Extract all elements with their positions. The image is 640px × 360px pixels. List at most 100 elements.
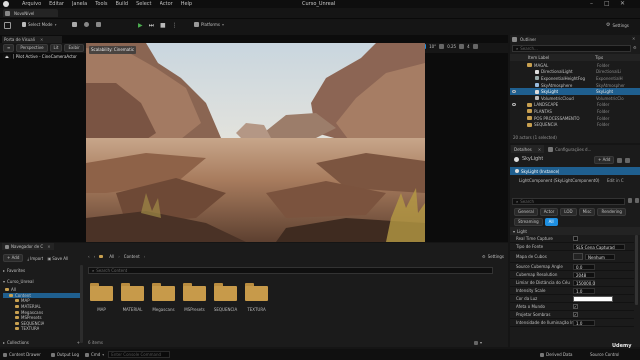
tab-level[interactable]: NovoNível [3, 9, 58, 17]
outliner-row[interactable]: LANDSCAPE Folder [510, 102, 640, 109]
close-details-icon[interactable]: ✕ [538, 147, 541, 152]
hamburger-icon[interactable]: ≡ [3, 44, 15, 52]
content-drawer-button[interactable]: Content Drawer [3, 352, 41, 357]
outliner-row[interactable]: DirectionalLight DirectionalLi [510, 69, 640, 76]
visibility-eye-icon[interactable] [512, 103, 516, 107]
stop-icon[interactable]: ■ [160, 22, 166, 29]
outliner-row[interactable]: VolumetricCloud VolumetricClo [510, 95, 640, 102]
content-search-input[interactable]: ⌕ Search Content [88, 267, 493, 274]
column-item-label[interactable]: Item Label [510, 55, 595, 60]
property-field[interactable]: 1.0 [573, 287, 595, 294]
tab-viewport[interactable]: Porta de Visuali ✕ [2, 36, 62, 43]
tree-item[interactable]: TEXTURA [3, 326, 80, 332]
property-checkbox[interactable]: ✓ [573, 312, 578, 317]
filter-icon[interactable]: ⚙ [633, 45, 637, 50]
filter-tab[interactable]: Misc [578, 208, 596, 216]
property-field[interactable]: 2048 [573, 271, 595, 278]
details-search-input[interactable]: ⌕ Search [512, 198, 625, 205]
settings-button[interactable]: ⚙ Settings [606, 22, 629, 28]
output-log-button[interactable]: Output Log [50, 352, 79, 357]
component-row[interactable]: LightComponent (SkyLightComponent0) Edit… [510, 176, 640, 184]
save-all-button[interactable]: ▣ Save All [47, 256, 68, 261]
property-field[interactable]: 0.0 [573, 263, 595, 270]
platforms-button[interactable]: Platforms ▾ [194, 22, 224, 27]
asset-dropdown[interactable]: Nenhum [585, 253, 615, 260]
close-outliner-icon[interactable]: ✕ [632, 36, 635, 41]
breadcrumb-all[interactable]: All [109, 254, 114, 259]
light-color-swatch[interactable] [573, 295, 613, 302]
menu-item[interactable]: Arquivo [22, 1, 41, 7]
menu-item[interactable]: Editar [49, 1, 64, 7]
scale-snap-icon[interactable] [439, 44, 445, 49]
property-dropdown[interactable]: SLS Cena Capturad [573, 243, 625, 250]
menu-item[interactable]: Help [181, 1, 192, 7]
filter-tab[interactable]: Actor [539, 208, 559, 216]
column-type[interactable]: Tipo [595, 55, 603, 60]
eject-icon[interactable]: ⏏ [3, 54, 11, 59]
add-collection-icon[interactable]: + [77, 340, 80, 345]
light-section-header[interactable]: ▾ Light [510, 227, 640, 235]
content-folder[interactable]: MATERIAL [121, 283, 144, 315]
outliner-row[interactable]: POS PROCESSAMENTO Folder [510, 115, 640, 122]
minimize-icon[interactable]: – [590, 0, 593, 7]
tab-details[interactable]: Detalhes ✕ [511, 145, 545, 153]
close-tab-icon[interactable]: ✕ [40, 37, 43, 42]
layout-icon[interactable] [625, 157, 631, 163]
select-mode-button[interactable]: Select Mode ▾ [22, 22, 57, 27]
project-header[interactable]: ▾ Curso_Unreal [3, 278, 80, 285]
filter-tab[interactable]: Streaming [514, 218, 543, 226]
blueprint-icon[interactable] [84, 22, 89, 27]
content-folder[interactable]: Megascans [152, 283, 175, 315]
content-folder[interactable]: SEQUENCIA [214, 283, 237, 315]
outliner-row[interactable]: SkyLight SkyLight [510, 88, 640, 95]
perspective-button[interactable]: Perspective [16, 44, 48, 52]
tab-content-browser[interactable]: Navegador de C ✕ [2, 243, 54, 250]
add-component-button[interactable]: + Add [594, 156, 615, 164]
camera-speed-value[interactable]: 4 [467, 44, 470, 49]
add-actor-icon[interactable] [72, 22, 77, 27]
collections-header[interactable]: ▸ Collections + [3, 339, 80, 346]
property-field[interactable]: 1.0 [573, 319, 595, 326]
cinematics-icon[interactable] [96, 22, 101, 27]
forward-icon[interactable]: › [94, 254, 96, 259]
favorites-header[interactable]: ▸ Favorites [3, 267, 80, 274]
outliner-row[interactable]: MAGAL Folder [510, 62, 640, 69]
back-icon[interactable]: ‹ [88, 254, 90, 259]
console-input[interactable]: Enter Console Command [108, 351, 171, 358]
filter-tab[interactable]: Rendering [597, 208, 626, 216]
view-options[interactable]: ▾ [474, 340, 482, 345]
outliner-row[interactable]: PLANTAS Folder [510, 108, 640, 115]
tab-world-settings[interactable]: Configurações d... [548, 146, 591, 152]
save-icon[interactable] [4, 22, 11, 29]
unreal-logo[interactable] [3, 1, 9, 7]
filter-tab[interactable]: LOD [560, 208, 577, 216]
details-scrollbar[interactable] [635, 235, 638, 305]
rotation-snap-value[interactable]: 10° [429, 44, 436, 49]
camera-speed-icon[interactable] [459, 44, 465, 49]
close-content-browser-icon[interactable]: ✕ [47, 244, 50, 249]
outliner-row[interactable]: SkyAtmosphere SkyAtmospher [510, 82, 640, 89]
cubemap-asset-picker[interactable]: Nenhum [573, 253, 615, 260]
filter-tab[interactable]: General [514, 208, 538, 216]
import-button[interactable]: ⤓ Import [27, 256, 43, 261]
property-field[interactable]: 150000.0 [573, 279, 595, 286]
content-folder[interactable]: MAP [90, 283, 113, 315]
source-control-button[interactable]: Source Control [590, 352, 619, 357]
skip-icon[interactable]: ⏭ [149, 22, 154, 29]
close-icon[interactable]: ✕ [620, 0, 625, 7]
property-checkbox[interactable]: ✓ [573, 304, 578, 309]
content-folder[interactable]: MSPresets [183, 283, 206, 315]
edit-in-cpp-link[interactable]: Edit in C [607, 178, 624, 183]
more-icon[interactable]: ⋮ [172, 22, 178, 29]
content-settings-button[interactable]: ⚙ Settings [482, 254, 504, 259]
content-folder[interactable]: TEXTURA [245, 283, 268, 315]
details-settings-icon[interactable] [635, 198, 639, 203]
menu-item[interactable]: Janela [72, 1, 87, 7]
derived-data-button[interactable]: Derived Data [540, 352, 573, 357]
visibility-eye-icon[interactable] [512, 90, 516, 94]
menu-item[interactable]: Tools [95, 1, 107, 7]
menu-item[interactable]: Select [136, 1, 151, 7]
scale-snap-value[interactable]: 0.25 [447, 44, 456, 49]
grid-view-icon[interactable] [628, 198, 632, 203]
outliner-row[interactable]: ExponentialHeightFog ExponentialH [510, 75, 640, 82]
